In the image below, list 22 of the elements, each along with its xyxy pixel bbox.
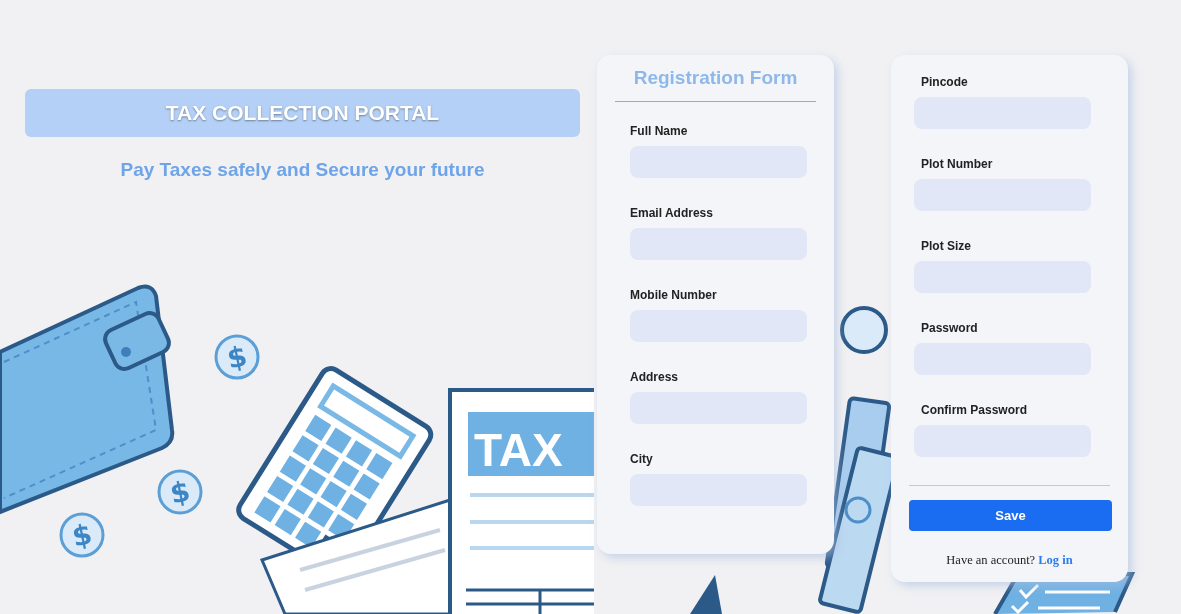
coin-icon (840, 306, 888, 354)
login-prompt: Have an account? Log in (945, 553, 1074, 568)
field-label: Plot Number (921, 157, 994, 171)
field-label: Full Name (630, 124, 689, 138)
login-link[interactable]: Log in (1038, 553, 1073, 567)
save-button[interactable]: Save (909, 500, 1112, 531)
tax-label: TAX (474, 424, 563, 476)
field-label: Pincode (921, 75, 969, 89)
field-label: Plot Size (921, 239, 972, 253)
coin-icon: $ (214, 334, 260, 380)
coin-icon: $ (157, 469, 203, 515)
form-title: Registration Form (615, 67, 816, 102)
field-label: Mobile Number (630, 288, 718, 302)
tagline: Pay Taxes safely and Secure your future (120, 159, 485, 181)
field-label: Confirm Password (921, 403, 1029, 417)
field-label: Password (921, 321, 979, 335)
field-label: City (630, 452, 654, 466)
coin-icon: $ (59, 512, 105, 558)
field-label: Address (630, 370, 680, 384)
field-label: Email Address (630, 206, 714, 220)
portal-title-banner: TAX COLLECTION PORTAL (25, 89, 580, 137)
pencil-tip-icon (690, 575, 722, 614)
